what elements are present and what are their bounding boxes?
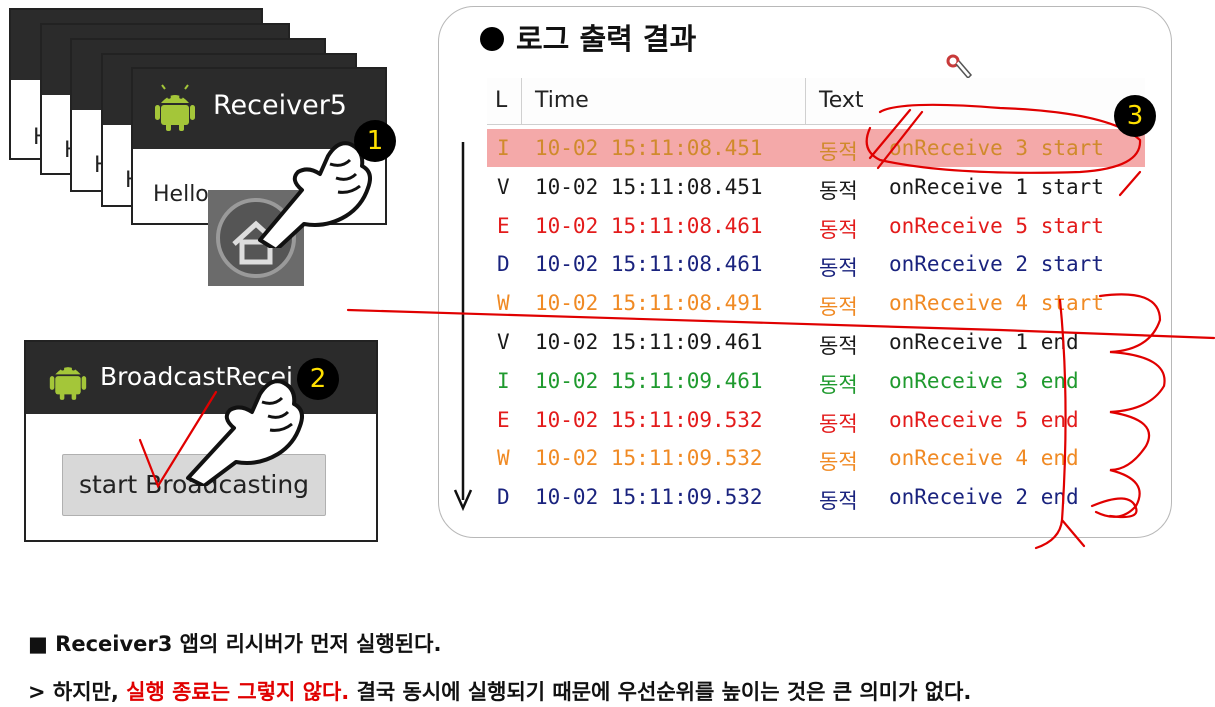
red-annotation-strokes <box>138 103 1215 550</box>
note-line-2-prefix: > 하지만, <box>28 680 127 704</box>
step-badge-3: 3 <box>1114 95 1156 137</box>
note-line-2-suffix: 결국 동시에 실행되기 때문에 우선순위를 높이는 것은 큰 의미가 없다. <box>349 680 972 704</box>
note-line-2-emphasis: 실행 종료는 그렇지 않다. <box>126 680 350 704</box>
note-line-2: > 하지만, 실행 종료는 그렇지 않다. 결국 동시에 실행되기 때문에 우선… <box>28 676 971 706</box>
note-line-1: ■ Receiver3 앱의 리시버가 먼저 실행된다. <box>28 632 442 656</box>
